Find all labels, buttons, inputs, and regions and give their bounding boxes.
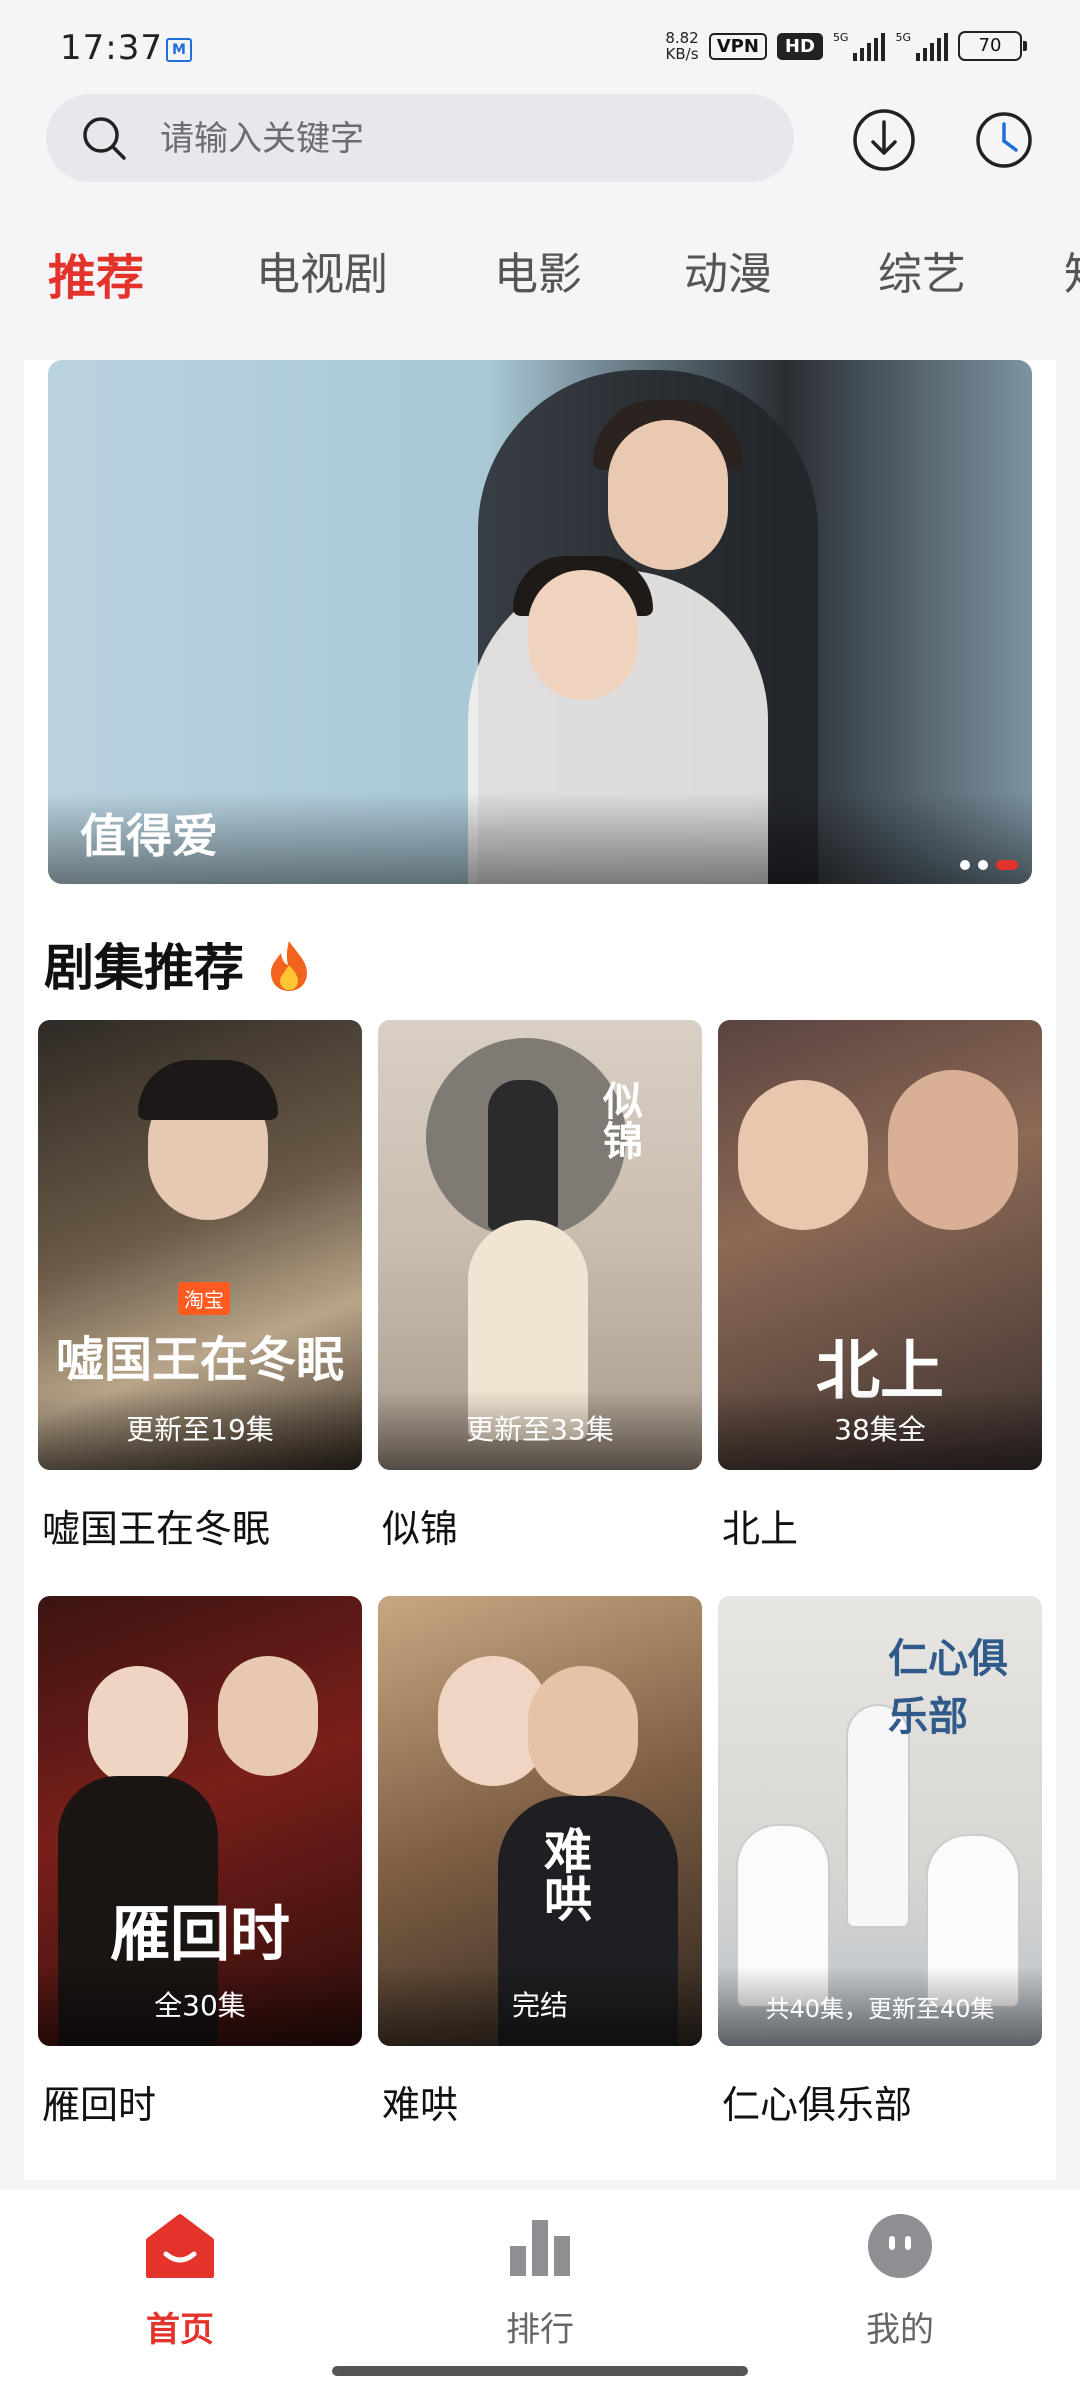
nav-label: 排行	[506, 2310, 574, 2350]
nav-profile[interactable]: 我的	[800, 2210, 1000, 2351]
show-card[interactable]: 北上 38集全 北上	[718, 1020, 1042, 1553]
tab-movies[interactable]: 电影	[494, 238, 582, 302]
show-title[interactable]: 嘘国王在冬眠	[38, 1498, 362, 1553]
episode-badge: 更新至19集	[126, 1413, 274, 1446]
show-title[interactable]: 仁心俱乐部	[718, 2074, 1042, 2129]
tab-tv-series[interactable]: 电视剧	[256, 238, 388, 302]
show-poster[interactable]: 难哄 完结	[378, 1596, 702, 2046]
search-bar[interactable]	[46, 94, 794, 182]
poster-title: 嘘国王在冬眠	[55, 1332, 344, 1388]
show-title[interactable]: 难哄	[378, 2074, 702, 2129]
show-title[interactable]: 北上	[718, 1498, 1042, 1553]
episode-badge: 完结	[511, 1989, 568, 2022]
episode-badge: 共40集，更新至40集	[765, 1995, 995, 2023]
poster-title: 似锦	[596, 1080, 643, 1160]
home-indicator[interactable]	[332, 2366, 748, 2376]
episode-badge: 38集全	[834, 1413, 926, 1446]
show-card[interactable]: 淘宝 嘘国王在冬眠 更新至19集 嘘国王在冬眠	[38, 1020, 362, 1553]
show-title[interactable]: 似锦	[378, 1498, 702, 1553]
download-icon[interactable]	[848, 104, 920, 176]
carousel-dot	[960, 860, 970, 870]
show-poster[interactable]: 雁回时 全30集	[38, 1596, 362, 2046]
nav-label: 首页	[146, 2310, 214, 2350]
banner-title: 值得爱	[80, 809, 218, 863]
nav-ranking[interactable]: 排行	[440, 2210, 640, 2351]
status-icons: 8.82 KB/s VPN HD 5G 5G 70	[665, 29, 1027, 63]
history-clock-icon[interactable]	[968, 104, 1040, 176]
show-card[interactable]: 雁回时 全30集 雁回时	[38, 1596, 362, 2129]
content-area: 值得爱 剧集推荐 淘宝 嘘国王在冬眠 更新至19集 嘘国王在冬眠 似锦 更新至3…	[24, 360, 1056, 2180]
mail-notification-icon: M	[166, 38, 192, 62]
hero-banner[interactable]: 值得爱	[48, 360, 1032, 884]
vpn-badge: VPN	[708, 32, 767, 60]
search-icon	[83, 117, 126, 160]
show-card[interactable]: 难哄 完结 难哄	[378, 1596, 702, 2129]
taobao-tag: 淘宝	[178, 1282, 230, 1315]
tab-variety[interactable]: 综艺	[878, 238, 966, 302]
status-bar: 17:37 M 8.82 KB/s VPN HD 5G 5G 70	[0, 0, 1080, 96]
carousel-dot-active	[996, 860, 1018, 870]
search-input[interactable]	[158, 112, 762, 166]
bottom-nav: 首页 排行 我的	[0, 2190, 1080, 2400]
show-card[interactable]: 似锦 更新至33集 似锦	[378, 1020, 702, 1553]
poster-title: 难哄	[535, 1826, 591, 1922]
signal-icon: 5G	[833, 31, 886, 61]
hd-badge: HD	[776, 32, 823, 60]
network-speed: 8.82 KB/s	[665, 29, 699, 63]
episode-badge: 全30集	[154, 1989, 246, 2022]
tab-anime[interactable]: 动漫	[684, 238, 772, 302]
section-title: 剧集推荐	[44, 928, 311, 1000]
show-poster[interactable]: 似锦 更新至33集	[378, 1020, 702, 1470]
carousel-dot	[978, 860, 988, 870]
fire-icon	[271, 941, 308, 991]
status-time: 17:37	[60, 28, 163, 68]
category-tabs: 推荐 电视剧 电影 动漫 综艺 知	[0, 238, 1080, 308]
show-poster[interactable]: 北上 38集全	[718, 1020, 1042, 1470]
home-icon	[146, 2214, 214, 2278]
poster-title: 仁心俱乐部	[888, 1635, 1008, 1740]
carousel-indicator	[960, 860, 1018, 870]
bar-chart-icon	[510, 2220, 570, 2276]
nav-home[interactable]: 首页	[80, 2210, 280, 2351]
battery-icon: 70	[958, 31, 1027, 61]
show-poster[interactable]: 仁心俱乐部 共40集，更新至40集	[718, 1596, 1042, 2046]
profile-face-icon	[868, 2214, 932, 2278]
signal-icon-2: 5G	[895, 31, 948, 61]
show-card[interactable]: 仁心俱乐部 共40集，更新至40集 仁心俱乐部	[718, 1596, 1042, 2129]
nav-label: 我的	[866, 2310, 934, 2350]
tab-more[interactable]: 知	[1064, 238, 1080, 302]
show-poster[interactable]: 淘宝 嘘国王在冬眠 更新至19集	[38, 1020, 362, 1470]
show-title[interactable]: 雁回时	[38, 2074, 362, 2129]
poster-title: 雁回时	[110, 1900, 290, 1970]
episode-badge: 更新至33集	[466, 1413, 614, 1446]
tab-recommend[interactable]: 推荐	[48, 238, 144, 308]
